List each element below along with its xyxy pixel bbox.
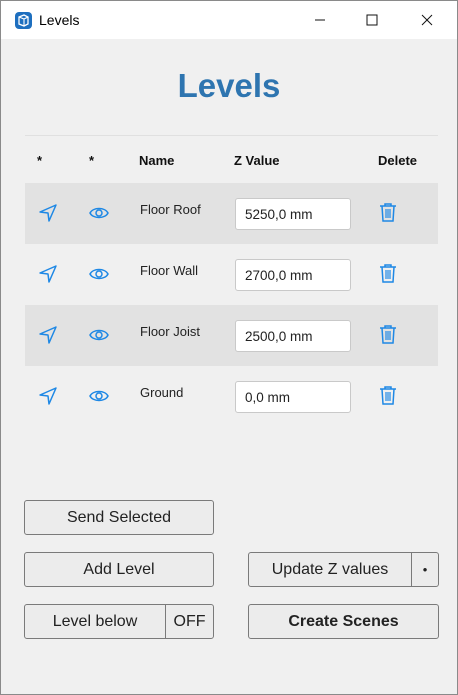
- column-header-navigate: *: [37, 153, 43, 168]
- level-name: Ground: [140, 385, 184, 400]
- level-name: Floor Roof: [140, 202, 201, 217]
- level-below-button[interactable]: Level below: [25, 613, 165, 631]
- update-z-values-button[interactable]: Update Z values: [249, 561, 411, 579]
- maximize-icon: [366, 14, 378, 26]
- navigate-arrow-icon[interactable]: [38, 386, 58, 406]
- z-value-input[interactable]: [235, 259, 351, 291]
- level-name: Floor Wall: [140, 263, 199, 278]
- update-z-split-button: Update Z values •: [248, 552, 439, 587]
- eye-icon[interactable]: [89, 266, 109, 282]
- title-bar: Levels: [1, 1, 457, 39]
- window-title: Levels: [39, 12, 80, 28]
- column-header-name: Name: [139, 153, 175, 168]
- navigate-arrow-icon[interactable]: [38, 203, 58, 223]
- minimize-icon: [315, 19, 325, 21]
- trash-icon[interactable]: [379, 263, 397, 283]
- z-value-input[interactable]: [235, 320, 351, 352]
- levels-window: Levels Levels * * Name Z Value Delete Fl…: [0, 0, 458, 695]
- add-level-button[interactable]: Add Level: [24, 552, 214, 587]
- app-logo-icon: [15, 12, 32, 29]
- level-below-toggle[interactable]: OFF: [166, 613, 213, 631]
- trash-icon[interactable]: [379, 324, 397, 344]
- eye-icon[interactable]: [89, 327, 109, 343]
- navigate-arrow-icon[interactable]: [38, 264, 58, 284]
- eye-icon[interactable]: [89, 205, 109, 221]
- navigate-arrow-icon[interactable]: [38, 325, 58, 345]
- z-value-input[interactable]: [235, 198, 351, 230]
- table-row: Floor Wall: [25, 244, 438, 305]
- column-header-z-value: Z Value: [234, 153, 280, 168]
- z-value-input[interactable]: [235, 381, 351, 413]
- trash-icon[interactable]: [379, 385, 397, 405]
- update-z-options-button[interactable]: •: [412, 562, 438, 577]
- column-header-visibility: *: [89, 153, 95, 168]
- trash-icon[interactable]: [379, 202, 397, 222]
- maximize-button[interactable]: [349, 1, 395, 39]
- create-scenes-button[interactable]: Create Scenes: [248, 604, 439, 639]
- column-header-delete: Delete: [378, 153, 418, 168]
- minimize-button[interactable]: [297, 1, 343, 39]
- table-row: Floor Roof: [25, 183, 438, 244]
- table-row: Ground: [25, 366, 438, 427]
- eye-icon[interactable]: [89, 388, 109, 404]
- level-name: Floor Joist: [140, 324, 200, 339]
- level-below-split-button: Level below OFF: [24, 604, 214, 639]
- table-row: Floor Joist: [25, 305, 438, 366]
- close-button[interactable]: [404, 1, 450, 39]
- divider: [25, 135, 438, 136]
- close-icon: [421, 14, 433, 26]
- send-selected-button[interactable]: Send Selected: [24, 500, 214, 535]
- page-title: Levels: [177, 67, 281, 104]
